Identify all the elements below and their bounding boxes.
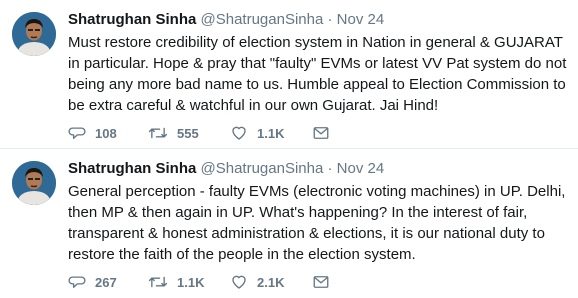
tweet-text: Must restore credibility of election sys… bbox=[68, 34, 567, 114]
author-handle[interactable]: @ShatruganSinha bbox=[201, 160, 324, 177]
reply-button[interactable]: 108 bbox=[68, 124, 148, 142]
like-count: 2.1K bbox=[257, 274, 285, 290]
retweet-button[interactable]: 555 bbox=[148, 124, 230, 142]
separator-dot: · bbox=[327, 160, 333, 177]
like-button[interactable]: 1.1K bbox=[230, 124, 312, 142]
tweet-feed: Shatrughan Sinha @ShatruganSinha · Nov 2… bbox=[0, 0, 578, 298]
tweet[interactable]: Shatrughan Sinha @ShatruganSinha · Nov 2… bbox=[0, 0, 578, 149]
tweet-date[interactable]: Nov 24 bbox=[337, 160, 385, 177]
avatar[interactable] bbox=[12, 161, 56, 205]
reply-icon bbox=[68, 273, 86, 291]
retweet-count: 1.1K bbox=[177, 274, 205, 290]
dm-button[interactable] bbox=[312, 124, 330, 142]
author-name[interactable]: Shatrughan Sinha bbox=[68, 160, 196, 177]
reply-count: 267 bbox=[95, 274, 117, 290]
heart-icon bbox=[230, 124, 248, 142]
tweet-text: General perception - faulty EVMs (electr… bbox=[68, 183, 566, 263]
author-handle[interactable]: @ShatruganSinha bbox=[201, 11, 324, 28]
retweet-count: 555 bbox=[177, 125, 199, 141]
tweet-actions: 267 1.1K 2.1K bbox=[68, 273, 330, 291]
retweet-button[interactable]: 1.1K bbox=[148, 273, 230, 291]
dm-button[interactable] bbox=[312, 273, 330, 291]
reply-icon bbox=[68, 124, 86, 142]
tweet-actions: 108 555 1.1K bbox=[68, 124, 330, 142]
tweet-header: Shatrughan Sinha @ShatruganSinha · Nov 2… bbox=[68, 159, 566, 179]
avatar[interactable] bbox=[12, 12, 56, 56]
tweet[interactable]: Shatrughan Sinha @ShatruganSinha · Nov 2… bbox=[0, 149, 578, 298]
envelope-icon bbox=[312, 273, 330, 291]
envelope-icon bbox=[312, 124, 330, 142]
reply-button[interactable]: 267 bbox=[68, 273, 148, 291]
tweet-date[interactable]: Nov 24 bbox=[337, 11, 385, 28]
like-button[interactable]: 2.1K bbox=[230, 273, 312, 291]
like-count: 1.1K bbox=[257, 125, 285, 141]
retweet-icon bbox=[148, 124, 168, 142]
reply-count: 108 bbox=[95, 125, 117, 141]
heart-icon bbox=[230, 273, 248, 291]
retweet-icon bbox=[148, 273, 168, 291]
tweet-header: Shatrughan Sinha @ShatruganSinha · Nov 2… bbox=[68, 10, 566, 30]
author-name[interactable]: Shatrughan Sinha bbox=[68, 11, 196, 28]
separator-dot: · bbox=[327, 11, 333, 28]
